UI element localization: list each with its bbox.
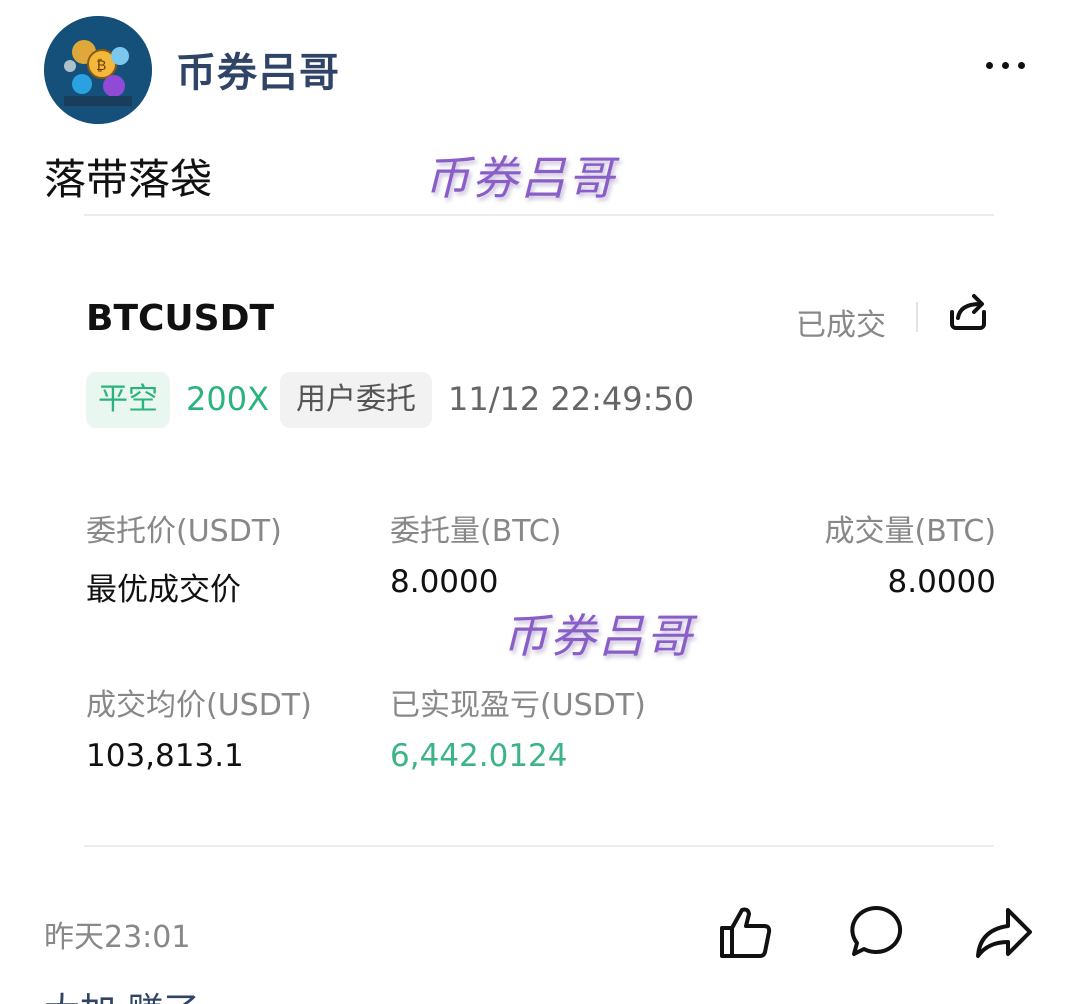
filled-qty-label: 成交量(BTC) <box>824 514 996 549</box>
avg-price-label: 成交均价(USDT) <box>86 688 312 723</box>
divider <box>916 302 918 332</box>
next-comment-preview[interactable]: 大加 赚了 <box>44 982 199 1004</box>
share-icon[interactable] <box>972 902 1032 962</box>
post-text: 落带落袋 <box>44 155 213 204</box>
order-qty-value: 8.0000 <box>390 564 499 600</box>
divider <box>84 845 994 847</box>
side-tag: 平空 <box>86 372 170 428</box>
svg-text:₿: ₿ <box>96 58 106 74</box>
divider <box>84 214 994 216</box>
realized-pnl-value: 6,442.0124 <box>390 738 568 774</box>
order-price-label: 委托价(USDT) <box>86 514 282 549</box>
realized-pnl-label: 已实现盈亏(USDT) <box>390 688 646 723</box>
filled-qty-value: 8.0000 <box>887 564 996 600</box>
order-time: 11/12 22:49:50 <box>448 380 695 418</box>
avg-price-value: 103,813.1 <box>86 738 244 774</box>
watermark: 币券吕哥 <box>502 609 694 663</box>
crypto-avatar-image: ₿ <box>44 16 152 124</box>
post-time: 昨天23:01 <box>44 920 191 955</box>
order-status: 已成交 <box>796 308 886 343</box>
leverage: 200X <box>186 380 269 418</box>
order-qty-label: 委托量(BTC) <box>390 514 562 549</box>
author-name[interactable]: 币券吕哥 <box>176 40 340 98</box>
thumbs-up-icon[interactable] <box>716 902 776 962</box>
order-price-value: 最优成交价 <box>86 572 241 608</box>
trading-symbol: BTCUSDT <box>86 298 275 339</box>
avatar[interactable]: ₿ <box>44 16 152 124</box>
watermark: 币券吕哥 <box>424 151 616 205</box>
more-options-icon[interactable] <box>982 44 1028 84</box>
comment-icon[interactable] <box>846 902 906 962</box>
share-order-icon[interactable] <box>944 290 992 334</box>
order-type-tag: 用户委托 <box>280 372 432 428</box>
